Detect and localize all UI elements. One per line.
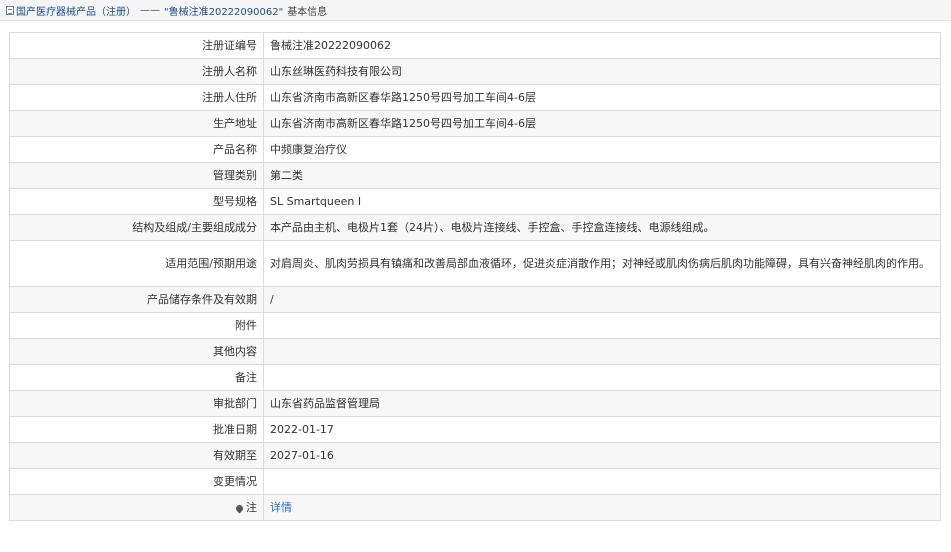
- table-row: 附件: [9, 312, 941, 339]
- row-label: 注册人名称: [9, 58, 264, 85]
- pin-icon: [234, 503, 245, 513]
- breadcrumb-separator: ——: [140, 4, 160, 16]
- table-row: 适用范围/预期用途 对肩周炎、肌肉劳损具有镇痛和改善局部血液循环，促进炎症消散作…: [9, 240, 941, 287]
- table-row: 审批部门 山东省药品监督管理局: [9, 390, 941, 417]
- row-label: 其他内容: [9, 338, 264, 365]
- row-value: 第二类: [263, 162, 941, 189]
- row-label: 产品储存条件及有效期: [9, 286, 264, 313]
- note-label-cell: 注: [9, 494, 264, 521]
- row-label: 结构及组成/主要组成成分: [9, 214, 264, 241]
- row-label: 审批部门: [9, 390, 264, 417]
- note-row: 注 详情: [9, 494, 941, 521]
- breadcrumb-suffix: 基本信息: [287, 6, 328, 18]
- row-value: SL Smartqueen I: [263, 188, 941, 215]
- breadcrumb-current: "鲁械注准20222090062": [164, 6, 284, 18]
- row-value: [263, 468, 941, 495]
- table-row: 有效期至 2027-01-16: [9, 442, 941, 469]
- row-label: 批准日期: [9, 416, 264, 443]
- row-label: 注册证编号: [9, 32, 264, 59]
- row-label: 型号规格: [9, 188, 264, 215]
- row-value: [263, 364, 941, 391]
- note-value-cell: 详情: [263, 494, 941, 521]
- product-info-table: 注册证编号 鲁械注准20222090062 注册人名称 山东丝琳医药科技有限公司…: [9, 32, 941, 521]
- row-value: /: [263, 286, 941, 313]
- row-label: 有效期至: [9, 442, 264, 469]
- table-row: 备注: [9, 364, 941, 391]
- table-row: 注册人名称 山东丝琳医药科技有限公司: [9, 58, 941, 85]
- row-value: 山东丝琳医药科技有限公司: [263, 58, 941, 85]
- table-row: 生产地址 山东省济南市高新区春华路1250号四号加工车间4-6层: [9, 110, 941, 137]
- row-label: 附件: [9, 312, 264, 339]
- table-row: 批准日期 2022-01-17: [9, 416, 941, 443]
- row-value: 2027-01-16: [263, 442, 941, 469]
- document-icon: [6, 5, 14, 15]
- table-row: 型号规格 SL Smartqueen I: [9, 188, 941, 215]
- table-row: 产品名称 中频康复治疗仪: [9, 136, 941, 163]
- row-value: 山东省药品监督管理局: [263, 390, 941, 417]
- row-value: 对肩周炎、肌肉劳损具有镇痛和改善局部血液循环，促进炎症消散作用；对神经或肌肉伤病…: [263, 240, 941, 287]
- row-value: 山东省济南市高新区春华路1250号四号加工车间4-6层: [263, 110, 941, 137]
- table-row: 其他内容: [9, 338, 941, 365]
- row-value: 中频康复治疗仪: [263, 136, 941, 163]
- row-value: 2022-01-17: [263, 416, 941, 443]
- table-row: 注册人住所 山东省济南市高新区春华路1250号四号加工车间4-6层: [9, 84, 941, 111]
- row-value: [263, 338, 941, 365]
- row-value: 本产品由主机、电极片1套（24片）、电极片连接线、手控盒、手控盒连接线、电源线组…: [263, 214, 941, 241]
- row-label: 注册人住所: [9, 84, 264, 111]
- row-label: 备注: [9, 364, 264, 391]
- note-label: 注: [246, 501, 257, 514]
- table-row: 结构及组成/主要组成成分 本产品由主机、电极片1套（24片）、电极片连接线、手控…: [9, 214, 941, 241]
- row-label: 产品名称: [9, 136, 264, 163]
- table-row: 管理类别 第二类: [9, 162, 941, 189]
- table-row: 产品储存条件及有效期 /: [9, 286, 941, 313]
- row-value: 山东省济南市高新区春华路1250号四号加工车间4-6层: [263, 84, 941, 111]
- breadcrumb-root-link[interactable]: 国产医疗器械产品（注册）: [16, 3, 136, 18]
- table-row: 变更情况: [9, 468, 941, 495]
- row-label: 适用范围/预期用途: [9, 240, 264, 287]
- row-value: 鲁械注准20222090062: [263, 32, 941, 59]
- row-value: [263, 312, 941, 339]
- row-label: 生产地址: [9, 110, 264, 137]
- row-label: 管理类别: [9, 162, 264, 189]
- row-label: 变更情况: [9, 468, 264, 495]
- details-link[interactable]: 详情: [270, 501, 292, 514]
- breadcrumb: 国产医疗器械产品（注册） —— "鲁械注准20222090062" 基本信息: [0, 0, 951, 21]
- table-row: 注册证编号 鲁械注准20222090062: [9, 32, 941, 59]
